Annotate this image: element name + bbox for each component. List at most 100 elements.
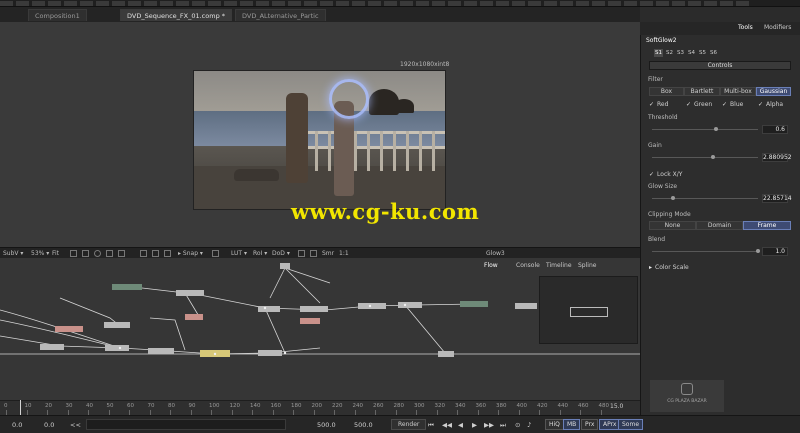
channel-icon[interactable] [152, 250, 159, 257]
clipping-none[interactable]: None [649, 221, 696, 230]
tool-icon[interactable] [80, 1, 93, 6]
tool-icon[interactable] [736, 1, 749, 6]
blend-slider[interactable] [652, 251, 758, 252]
lut-dropdown[interactable]: LUT ▾ [231, 250, 247, 257]
preview-icon[interactable] [212, 250, 219, 257]
tool-icon[interactable] [32, 1, 45, 6]
step-forward-icon[interactable]: ▶▶ [484, 421, 494, 429]
tool-icon[interactable] [288, 1, 301, 6]
play-icon[interactable]: ▶ [472, 421, 477, 429]
flow-node[interactable] [176, 290, 204, 296]
blue-checkbox[interactable]: ✓ Blue [722, 101, 743, 108]
tool-icon[interactable] [48, 1, 61, 6]
subview-dropdown[interactable]: SubV ▾ [3, 250, 23, 257]
tool-icon[interactable] [720, 1, 733, 6]
gain-slider[interactable] [652, 157, 758, 158]
controls-header[interactable]: Controls [649, 61, 791, 70]
smr-button[interactable]: Smr [322, 250, 334, 257]
threshold-knob[interactable] [713, 127, 718, 131]
subtab-s2[interactable]: S2 [665, 49, 674, 57]
threshold-slider[interactable] [652, 129, 758, 130]
tool-icon[interactable] [176, 1, 189, 6]
tool-icon[interactable] [96, 1, 109, 6]
tool-icon[interactable] [160, 1, 173, 6]
tab-modifiers[interactable]: Modifiers [764, 24, 791, 31]
tool-icon[interactable] [128, 1, 141, 6]
tool-icon[interactable] [144, 1, 157, 6]
filter-bartlett[interactable]: Bartlett [684, 87, 720, 96]
blend-value[interactable]: 1.0 [762, 247, 788, 256]
tab-dvd-alternative[interactable]: DVD_ALternative_Partic [235, 9, 326, 21]
clipping-frame[interactable]: Frame [743, 221, 791, 230]
zoom-dropdown[interactable]: 53% ▾ [31, 250, 49, 257]
circle-icon[interactable] [94, 250, 101, 257]
tab-composition1[interactable]: Composition1 [28, 9, 87, 21]
tool-icon[interactable] [240, 1, 253, 6]
flow-node[interactable] [104, 322, 130, 328]
alpha-checkbox[interactable]: ✓ Alpha [758, 101, 783, 108]
time-ruler[interactable]: 0 10 20 30 40 50 60 70 80 90 100 120 140 160 180 200 220… [0, 400, 640, 415]
flow-node[interactable] [105, 345, 129, 351]
flow-navigator[interactable] [539, 276, 638, 344]
skip-end-icon[interactable]: ⏭ [500, 421, 506, 430]
tool-icon[interactable] [208, 1, 221, 6]
tool-icon[interactable] [320, 1, 333, 6]
sync-icon[interactable] [310, 250, 317, 257]
flow-node[interactable] [438, 351, 454, 357]
tool-icon[interactable] [336, 1, 349, 6]
flow-node[interactable] [112, 284, 142, 290]
prx-toggle[interactable]: Prx [581, 419, 599, 430]
subtab-s4[interactable]: S4 [687, 49, 696, 57]
tool-icon[interactable] [576, 1, 589, 6]
tab-console[interactable]: Console [516, 262, 540, 269]
some-toggle[interactable]: Some [618, 419, 644, 430]
audio-icon[interactable]: ♪ [527, 421, 531, 429]
tool-icon[interactable] [256, 1, 269, 6]
tool-icon[interactable] [512, 1, 525, 6]
flow-node[interactable] [280, 263, 290, 269]
tool-icon[interactable] [608, 1, 621, 6]
tab-flow[interactable]: Flow [484, 262, 498, 269]
tool-icon[interactable] [592, 1, 605, 6]
checker-icon[interactable] [82, 250, 89, 257]
overlay-icon[interactable] [140, 250, 147, 257]
gain-value[interactable]: 2.880952 [762, 153, 792, 162]
flow-node[interactable] [148, 348, 174, 354]
flow-node[interactable] [258, 306, 280, 312]
tool-icon[interactable] [16, 1, 29, 6]
tool-icon[interactable] [688, 1, 701, 6]
tool-icon[interactable] [432, 1, 445, 6]
grid-icon[interactable] [70, 250, 77, 257]
flow-node[interactable] [515, 303, 537, 309]
skip-start-icon[interactable]: ⏮ [428, 421, 434, 430]
render-button[interactable]: Render [391, 419, 427, 430]
hiq-toggle[interactable]: HiQ [545, 419, 564, 430]
tool-icon[interactable] [560, 1, 573, 6]
tool-icon[interactable] [64, 1, 77, 6]
back-button[interactable]: << [70, 421, 81, 429]
start-time[interactable]: 0.0 [44, 421, 54, 429]
flow-node[interactable] [460, 301, 488, 307]
play-reverse-icon[interactable]: ◀ [458, 421, 463, 429]
loop-icon[interactable]: ⊙ [515, 421, 520, 429]
tool-icon[interactable] [496, 1, 509, 6]
tool-icon[interactable] [672, 1, 685, 6]
tool-icon[interactable] [704, 1, 717, 6]
tool-icon[interactable] [544, 1, 557, 6]
flow-node[interactable] [258, 350, 282, 356]
mb-toggle[interactable]: MB [563, 419, 581, 430]
blend-knob[interactable] [756, 249, 760, 253]
tool-icon[interactable] [656, 1, 669, 6]
dod-dropdown[interactable]: DoD ▾ [272, 250, 290, 257]
flow-node[interactable] [185, 314, 203, 320]
tool-icon[interactable] [304, 1, 317, 6]
clipping-domain[interactable]: Domain [696, 221, 743, 230]
viewer-image[interactable] [193, 70, 446, 210]
step-back-icon[interactable]: ◀◀ [442, 421, 452, 429]
fit-button[interactable]: Fit [52, 250, 59, 257]
pen-icon[interactable] [106, 250, 113, 257]
red-checkbox[interactable]: ✓ Red [649, 101, 668, 108]
tab-tools[interactable]: Tools [738, 24, 753, 31]
tool-icon[interactable] [624, 1, 637, 6]
filter-box[interactable]: Box [649, 87, 684, 96]
